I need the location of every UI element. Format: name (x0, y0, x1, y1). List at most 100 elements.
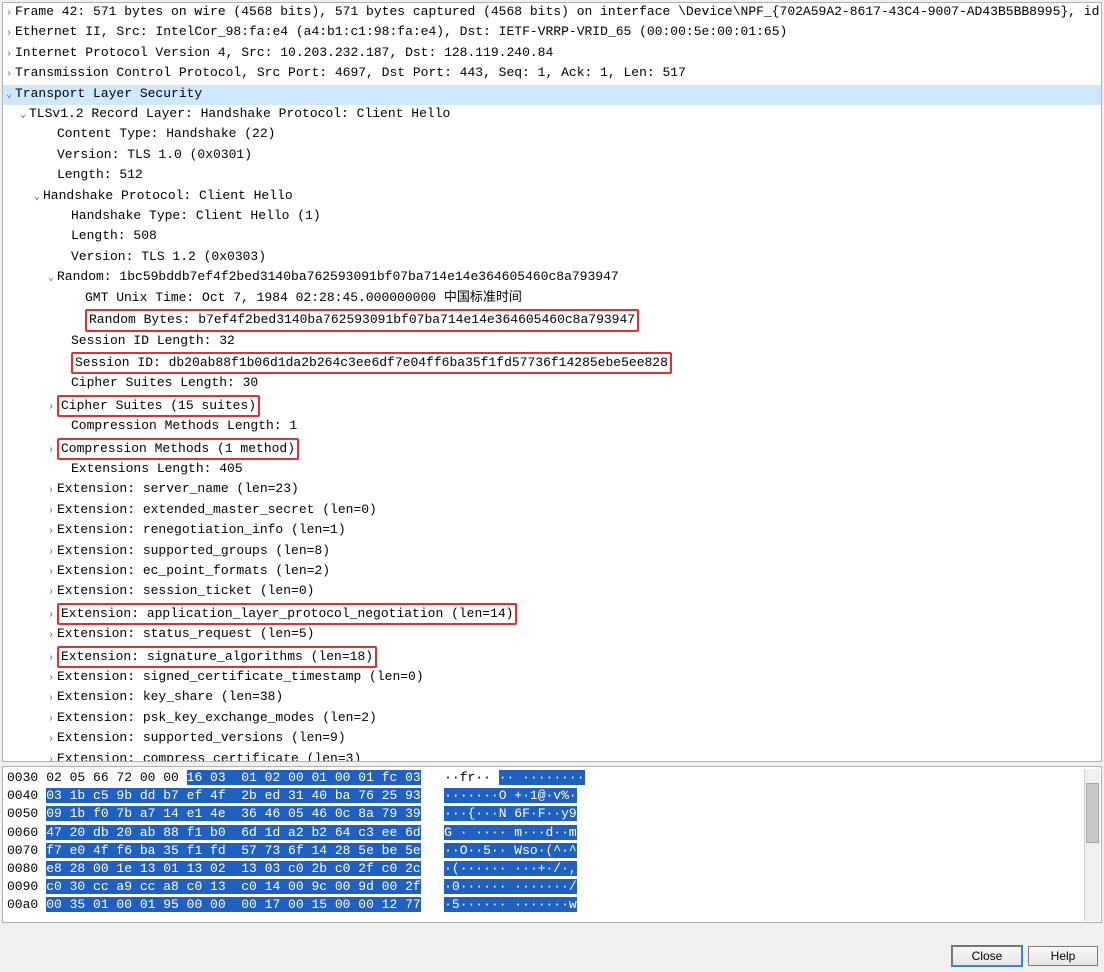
chevron-right-icon[interactable]: › (3, 46, 15, 64)
hex-bytes-selected: 16 03 01 02 00 01 00 01 fc 03 (187, 770, 421, 785)
chevron-right-icon[interactable]: › (45, 523, 57, 541)
tree-row-handshake[interactable]: ⌄Handshake Protocol: Client Hello (3, 187, 1101, 207)
hex-dump[interactable]: 003002 05 66 72 00 00 16 03 01 02 00 01 … (2, 766, 1102, 923)
hex-gap (421, 843, 444, 858)
chevron-down-icon[interactable]: ⌄ (17, 107, 29, 125)
tree-row-compress-len[interactable]: ·Compression Methods Length: 1 (3, 417, 1101, 437)
hex-row[interactable]: 006047 20 db 20 ab 88 f1 b0 6d 1d a2 b2 … (7, 824, 1097, 842)
hex-row[interactable]: 0080e8 28 00 1e 13 01 13 02 13 03 c0 2b … (7, 860, 1097, 878)
tree-row-random[interactable]: ⌄Random: 1bc59bddb7ef4f2bed3140ba7625930… (3, 268, 1101, 288)
ext-label: Extension: psk_key_exchange_modes (len=2… (57, 710, 377, 725)
tree-row-ext-10[interactable]: ›Extension: signed_certificate_timestamp… (3, 668, 1101, 688)
tree-row-ext-8[interactable]: ›Extension: status_request (len=5) (3, 625, 1101, 645)
chevron-right-icon[interactable]: › (3, 66, 15, 84)
hex-row[interactable]: 004003 1b c5 9b dd b7 ef 4f 2b ed 31 40 … (7, 787, 1097, 805)
close-button[interactable]: Close (952, 946, 1022, 966)
chevron-right-icon[interactable]: › (45, 711, 57, 729)
tree-row-rec-length[interactable]: ·Length: 512 (3, 166, 1101, 186)
ext-label: Extension: compress_certificate (len=3) (57, 751, 361, 762)
tree-row-ext-len[interactable]: ·Extensions Length: 405 (3, 460, 1101, 480)
tree-row-ext-1[interactable]: ›Extension: server_name (len=23) (3, 480, 1101, 500)
vertical-scrollbar[interactable] (1084, 769, 1100, 921)
chevron-right-icon[interactable]: › (45, 690, 57, 708)
content-type-label: Content Type: Handshake (22) (57, 126, 275, 141)
tree-row-ext-12[interactable]: ›Extension: psk_key_exchange_modes (len=… (3, 709, 1101, 729)
random-bytes-label: Random Bytes: b7ef4f2bed3140ba762593091b… (85, 309, 639, 331)
chevron-right-icon[interactable]: › (3, 5, 15, 23)
chevron-right-icon[interactable]: › (45, 482, 57, 500)
chevron-right-icon[interactable]: › (45, 584, 57, 602)
tree-row-ethernet[interactable]: ›Ethernet II, Src: IntelCor_98:fa:e4 (a4… (3, 23, 1101, 43)
chevron-right-icon[interactable]: › (45, 544, 57, 562)
hex-bytes-selected: 09 1b f0 7b a7 14 e1 4e 36 46 05 46 0c 8… (46, 806, 420, 821)
tree-row-ext-14[interactable]: ›Extension: compress_certificate (len=3) (3, 750, 1101, 762)
tree-row-ext-6[interactable]: ›Extension: session_ticket (len=0) (3, 582, 1101, 602)
hex-row[interactable]: 003002 05 66 72 00 00 16 03 01 02 00 01 … (7, 769, 1097, 787)
hex-ascii-selected: ··O··5·· Wso·(^·^ (444, 843, 577, 858)
tree-row-hs-type[interactable]: ·Handshake Type: Client Hello (1) (3, 207, 1101, 227)
tree-row-tls[interactable]: ⌄Transport Layer Security (3, 85, 1101, 105)
tree-row-cipher-len[interactable]: ·Cipher Suites Length: 30 (3, 374, 1101, 394)
chevron-right-icon[interactable]: › (3, 25, 15, 43)
tree-row-ext-7[interactable]: ›Extension: application_layer_protocol_n… (3, 603, 1101, 625)
tree-row-tcp[interactable]: ›Transmission Control Protocol, Src Port… (3, 64, 1101, 84)
hex-bytes-selected: f7 e0 4f f6 ba 35 f1 fd 57 73 6f 14 28 5… (46, 843, 420, 858)
scroll-thumb[interactable] (1086, 783, 1099, 843)
tree-row-random-bytes[interactable]: ·Random Bytes: b7ef4f2bed3140ba762593091… (3, 309, 1101, 331)
tree-row-cipher-suites[interactable]: ›Cipher Suites (15 suites) (3, 395, 1101, 417)
chevron-right-icon[interactable]: › (45, 503, 57, 521)
tree-row-ext-2[interactable]: ›Extension: extended_master_secret (len=… (3, 501, 1101, 521)
chevron-right-icon[interactable]: › (45, 564, 57, 582)
protocol-tree[interactable]: ›Frame 42: 571 bytes on wire (4568 bits)… (2, 2, 1102, 762)
chevron-right-icon[interactable]: › (45, 731, 57, 749)
tree-row-ext-13[interactable]: ›Extension: supported_versions (len=9) (3, 729, 1101, 749)
tree-row-ext-5[interactable]: ›Extension: ec_point_formats (len=2) (3, 562, 1101, 582)
hex-offset: 0080 (7, 861, 46, 876)
hs-ver-label: Version: TLS 1.2 (0x0303) (71, 249, 266, 264)
tree-row-ext-9[interactable]: ›Extension: signature_algorithms (len=18… (3, 646, 1101, 668)
hex-bytes-selected: c0 30 cc a9 cc a8 c0 13 c0 14 00 9c 00 9… (46, 879, 420, 894)
hex-offset: 0070 (7, 843, 46, 858)
cipher-len-label: Cipher Suites Length: 30 (71, 375, 258, 390)
tree-row-gmt[interactable]: ·GMT Unix Time: Oct 7, 1984 02:28:45.000… (3, 289, 1101, 309)
chevron-right-icon[interactable]: › (45, 752, 57, 762)
help-button[interactable]: Help (1028, 946, 1098, 966)
hex-row[interactable]: 0070f7 e0 4f f6 ba 35 f1 fd 57 73 6f 14 … (7, 842, 1097, 860)
tree-row-rec-version[interactable]: ·Version: TLS 1.0 (0x0301) (3, 146, 1101, 166)
ext-label: Extension: session_ticket (len=0) (57, 583, 314, 598)
eth-label: Ethernet II, Src: IntelCor_98:fa:e4 (a4:… (15, 24, 787, 39)
hex-gap (421, 861, 444, 876)
tree-row-ext-3[interactable]: ›Extension: renegotiation_info (len=1) (3, 521, 1101, 541)
hex-row[interactable]: 005009 1b f0 7b a7 14 e1 4e 36 46 05 46 … (7, 805, 1097, 823)
hs-type-label: Handshake Type: Client Hello (1) (71, 208, 321, 223)
chevron-down-icon[interactable]: ⌄ (45, 270, 57, 288)
tree-row-hs-len[interactable]: ·Length: 508 (3, 227, 1101, 247)
tree-row-ext-4[interactable]: ›Extension: supported_groups (len=8) (3, 542, 1101, 562)
chevron-right-icon[interactable]: › (45, 399, 57, 417)
chevron-right-icon[interactable]: › (45, 650, 57, 668)
hex-row[interactable]: 00a000 35 01 00 01 95 00 00 00 17 00 15 … (7, 896, 1097, 914)
tree-row-compress-methods[interactable]: ›Compression Methods (1 method) (3, 438, 1101, 460)
tree-row-ext-11[interactable]: ›Extension: key_share (len=38) (3, 688, 1101, 708)
chevron-right-icon[interactable]: › (45, 670, 57, 688)
hex-bytes-selected: 00 35 01 00 01 95 00 00 00 17 00 15 00 0… (46, 897, 420, 912)
chevron-right-icon[interactable]: › (45, 627, 57, 645)
tree-row-hs-ver[interactable]: ·Version: TLS 1.2 (0x0303) (3, 248, 1101, 268)
chevron-right-icon[interactable]: › (45, 442, 57, 460)
tree-row-content-type[interactable]: ·Content Type: Handshake (22) (3, 125, 1101, 145)
tree-row-sessid-len[interactable]: ·Session ID Length: 32 (3, 332, 1101, 352)
tree-row-ip[interactable]: ›Internet Protocol Version 4, Src: 10.20… (3, 44, 1101, 64)
tree-row-record[interactable]: ⌄TLSv1.2 Record Layer: Handshake Protoco… (3, 105, 1101, 125)
hex-row[interactable]: 0090c0 30 cc a9 cc a8 c0 13 c0 14 00 9c … (7, 878, 1097, 896)
tree-row-frame[interactable]: ›Frame 42: 571 bytes on wire (4568 bits)… (3, 3, 1101, 23)
hex-bytes-plain: 02 05 66 72 00 00 (46, 770, 186, 785)
hex-gap (421, 770, 444, 785)
sessid-label: Session ID: db20ab88f1b06d1da2b264c3ee6d… (71, 352, 672, 374)
tree-row-sessid[interactable]: ·Session ID: db20ab88f1b06d1da2b264c3ee6… (3, 352, 1101, 374)
hex-gap (421, 879, 444, 894)
chevron-down-icon[interactable]: ⌄ (31, 189, 43, 207)
chevron-right-icon[interactable]: › (45, 607, 57, 625)
chevron-down-icon[interactable]: ⌄ (3, 87, 15, 105)
compress-methods-label: Compression Methods (1 method) (57, 438, 299, 460)
record-label: TLSv1.2 Record Layer: Handshake Protocol… (29, 106, 450, 121)
